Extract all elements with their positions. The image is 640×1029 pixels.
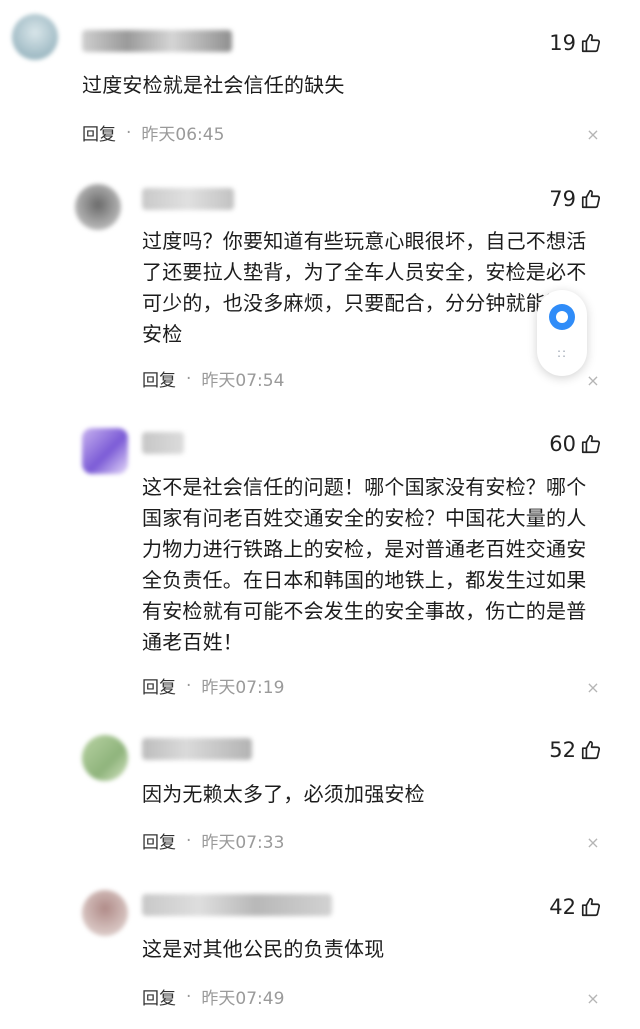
- comment-line: 力物力进行铁路上的安检，是对普通老百姓交通安: [142, 537, 587, 561]
- like-count: 60: [549, 432, 576, 456]
- timestamp: 昨天06:45: [141, 125, 225, 145]
- comment-line: 通老百姓！: [142, 630, 243, 654]
- comment-text: 过度安检就是社会信任的缺失: [82, 73, 345, 97]
- comment-line: 可少的，也没多麻烦，只要配合，分分钟就能过: [142, 291, 567, 315]
- comment-text: 这不是社会信任的问题！哪个国家没有安检？哪个 国家有问老百姓交通安全的安检？中国…: [142, 472, 586, 658]
- avatar[interactable]: [82, 890, 128, 936]
- close-icon[interactable]: ×: [586, 991, 600, 1007]
- comment-text: 因为无赖太多了，必须加强安检: [142, 782, 425, 806]
- comment-line: 全负责任。在日本和韩国的地铁上，都发生过如果: [142, 568, 587, 592]
- username-blurred[interactable]: [142, 188, 234, 210]
- reply-button[interactable]: 回复: [142, 673, 176, 698]
- close-icon[interactable]: ×: [586, 373, 600, 389]
- comment-line: 安检: [142, 322, 183, 346]
- comment-line: 有安检就有可能不会发生的安全事故，伤亡的是普: [142, 599, 587, 623]
- like-button[interactable]: 52: [549, 735, 602, 765]
- thumbs-up-icon: [581, 740, 601, 760]
- floating-assistant-button[interactable]: ::: [537, 290, 587, 376]
- reply-button[interactable]: 回复: [142, 984, 176, 1009]
- separator-dot: ·: [186, 675, 192, 696]
- like-count: 42: [549, 895, 576, 919]
- comment-line: 了还要拉人垫背，为了全车人员安全，安检是必不: [142, 260, 587, 284]
- like-button[interactable]: 79: [549, 184, 602, 214]
- avatar[interactable]: [82, 428, 128, 474]
- reply-button[interactable]: 回复: [82, 120, 116, 145]
- drag-handle-icon[interactable]: ::: [537, 346, 587, 360]
- reply-button[interactable]: 回复: [142, 828, 176, 853]
- close-icon[interactable]: ×: [586, 835, 600, 851]
- thumbs-up-icon: [581, 33, 601, 53]
- separator-dot: ·: [186, 986, 192, 1007]
- like-count: 79: [549, 187, 576, 211]
- username-blurred[interactable]: [142, 432, 184, 454]
- timestamp: 昨天07:49: [201, 989, 285, 1009]
- separator-dot: ·: [186, 368, 192, 389]
- close-icon[interactable]: ×: [586, 680, 600, 696]
- comment-text: 过度吗？你要知道有些玩意心眼很坏，自己不想活 了还要拉人垫背，为了全车人员安全，…: [142, 226, 586, 350]
- thumbs-up-icon: [581, 434, 601, 454]
- comment-line: 过度吗？你要知道有些玩意心眼很坏，自己不想活: [142, 229, 587, 253]
- like-count: 52: [549, 738, 576, 762]
- like-button[interactable]: 42: [549, 892, 602, 922]
- like-button[interactable]: 19: [549, 28, 602, 58]
- close-icon[interactable]: ×: [586, 127, 600, 143]
- comment-line: 这不是社会信任的问题！哪个国家没有安检？哪个: [142, 475, 587, 499]
- comment-meta: 回复 · 昨天06:45: [82, 120, 225, 146]
- timestamp: 昨天07:54: [201, 371, 285, 391]
- username-blurred[interactable]: [82, 30, 232, 52]
- avatar[interactable]: [82, 735, 128, 781]
- separator-dot: ·: [126, 122, 132, 143]
- username-blurred[interactable]: [142, 738, 252, 760]
- chat-bubble-icon: [549, 304, 575, 330]
- separator-dot: ·: [186, 830, 192, 851]
- thumbs-up-icon: [581, 189, 601, 209]
- comment-meta: 回复 · 昨天07:49: [142, 984, 285, 1010]
- comment-line: 国家有问老百姓交通安全的安检？中国花大量的人: [142, 506, 587, 530]
- avatar[interactable]: [12, 14, 58, 60]
- avatar[interactable]: [75, 184, 121, 230]
- comment-meta: 回复 · 昨天07:19: [142, 673, 285, 699]
- comment-meta: 回复 · 昨天07:33: [142, 828, 285, 854]
- timestamp: 昨天07:19: [201, 678, 285, 698]
- comment-meta: 回复 · 昨天07:54: [142, 366, 285, 392]
- like-button[interactable]: 60: [549, 429, 602, 459]
- like-count: 19: [549, 31, 576, 55]
- thumbs-up-icon: [581, 897, 601, 917]
- timestamp: 昨天07:33: [201, 833, 285, 853]
- username-blurred[interactable]: [142, 894, 332, 916]
- comment-text: 这是对其他公民的负责体现: [142, 937, 385, 961]
- reply-button[interactable]: 回复: [142, 366, 176, 391]
